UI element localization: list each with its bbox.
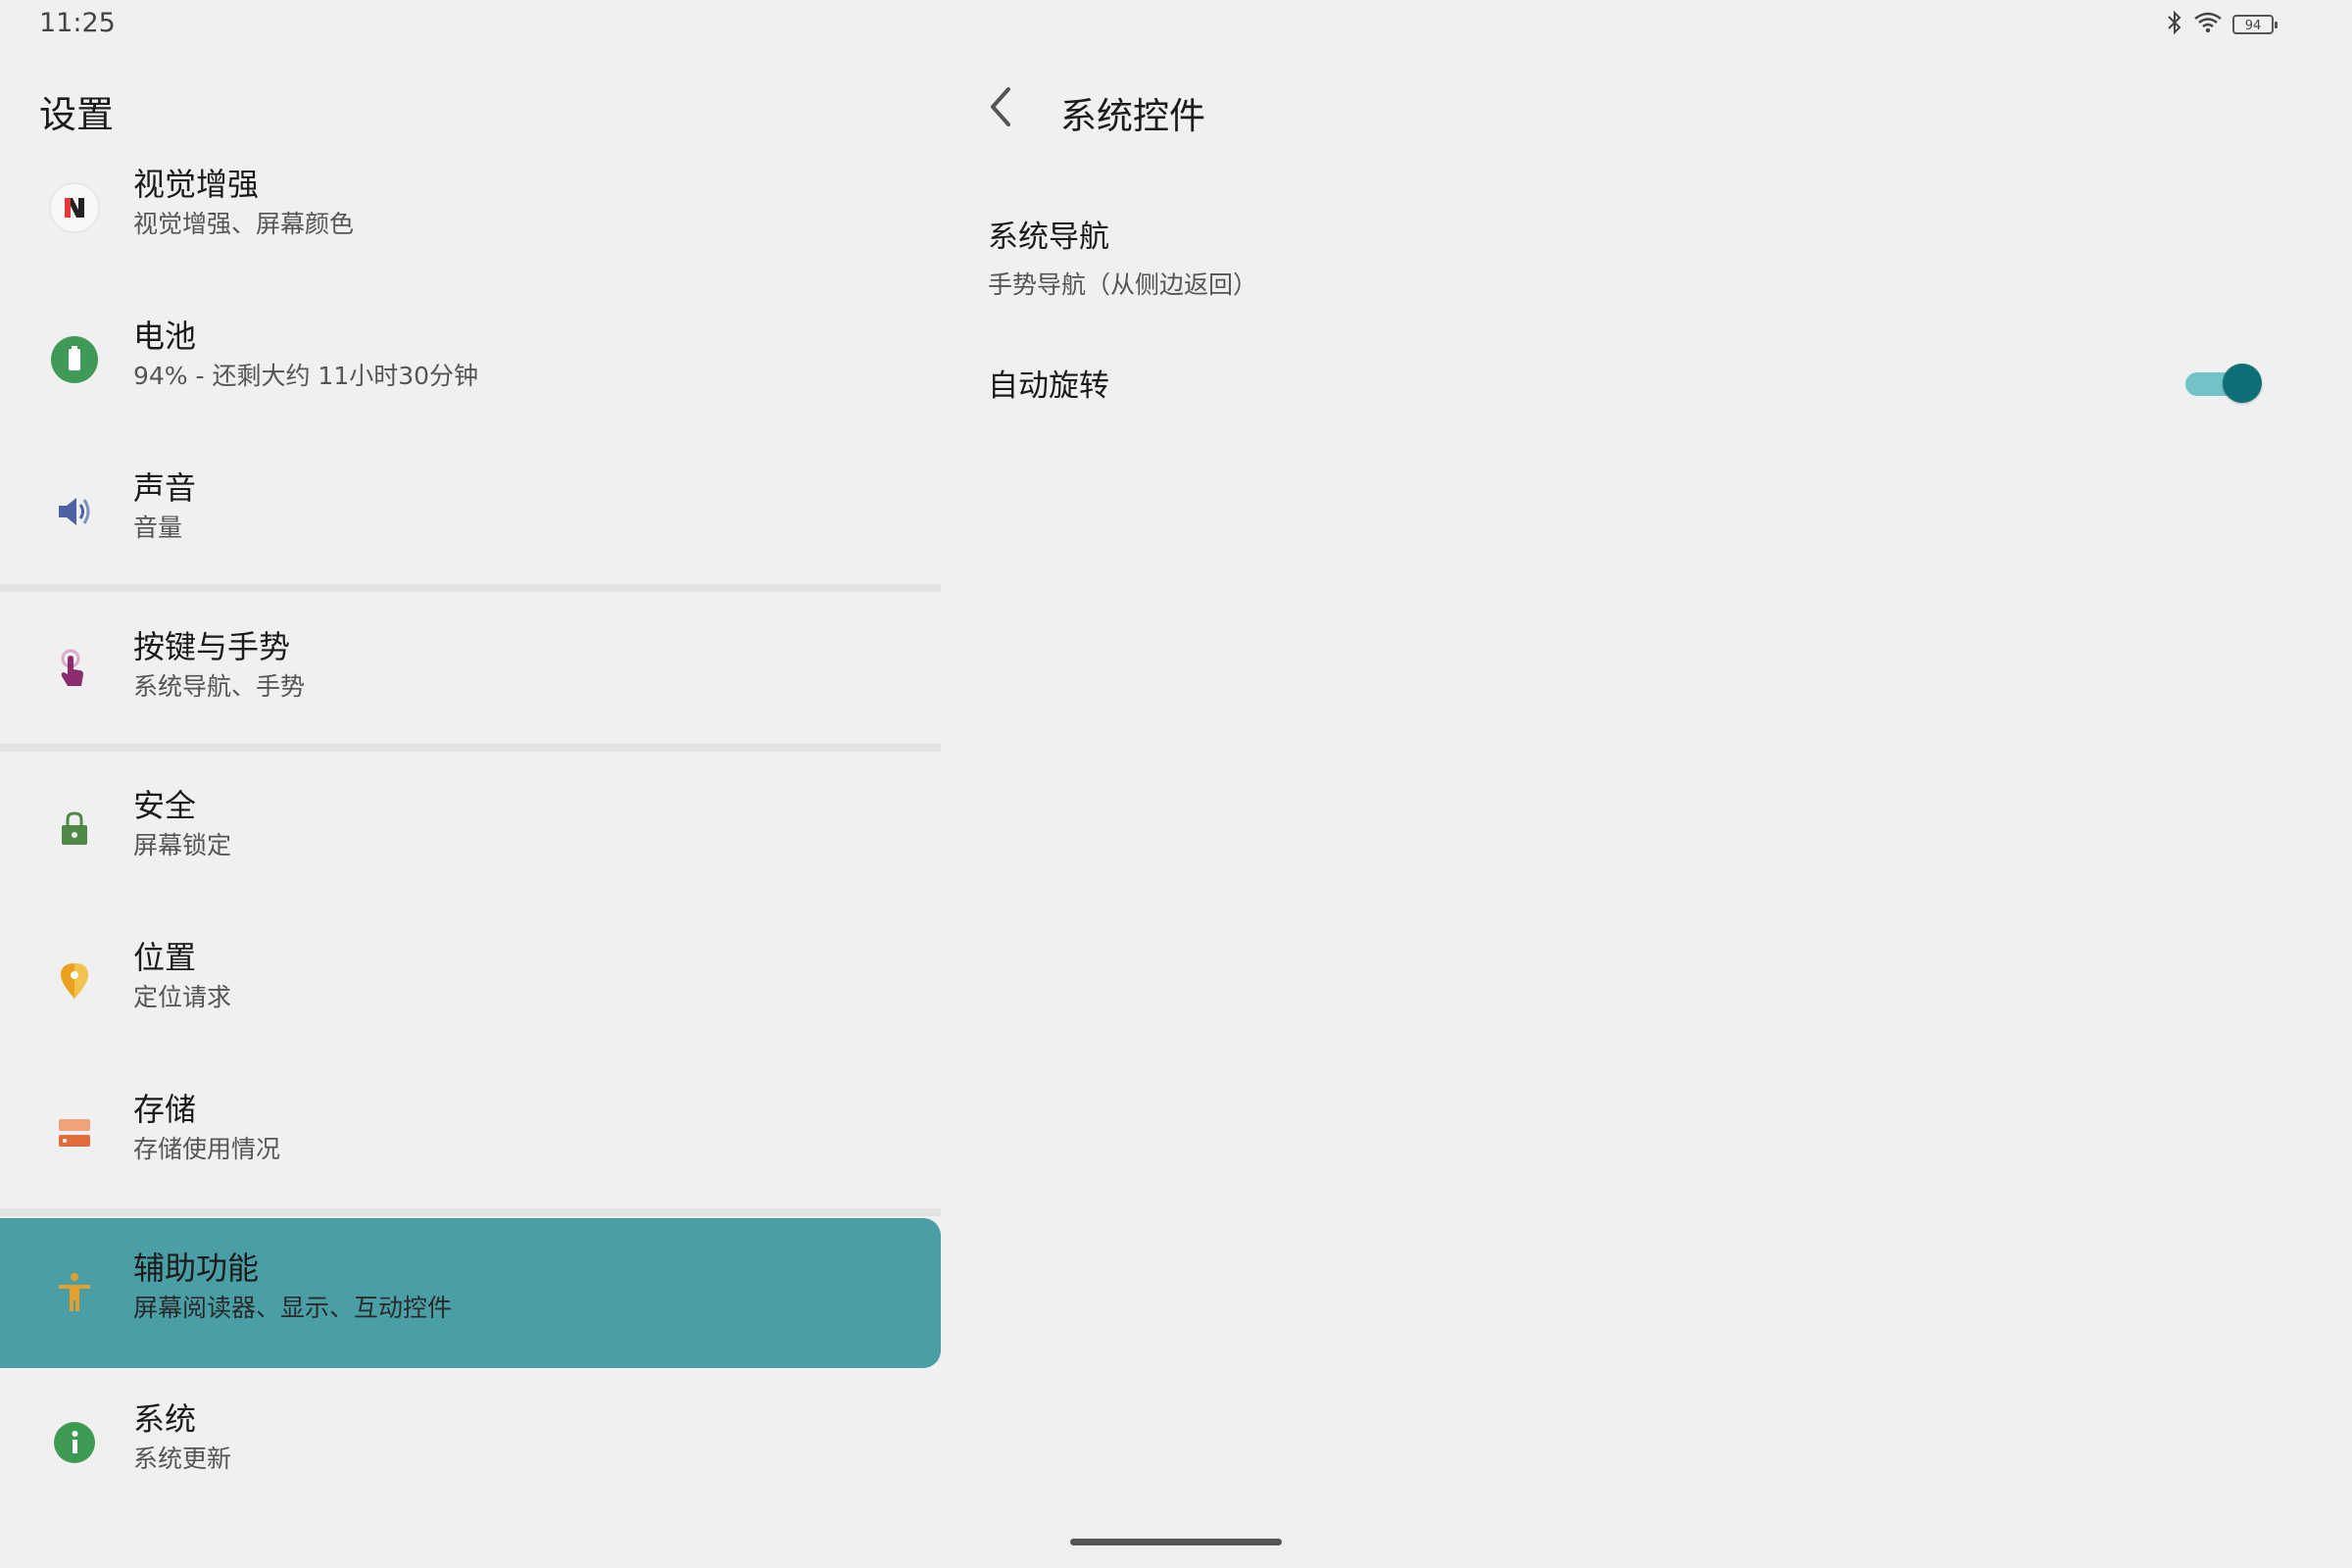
auto-rotate-toggle[interactable] (2180, 361, 2262, 404)
settings-item-visual-enhance[interactable]: 视觉增强 视觉增强、屏幕颜色 (0, 134, 941, 281)
settings-item-title: 声音 (133, 469, 197, 507)
settings-item-title: 位置 (133, 939, 197, 976)
item-subtitle: 手势导航（从侧边返回） (988, 270, 1258, 299)
item-title: 系统导航 (988, 220, 1109, 255)
settings-item-battery[interactable]: 电池 94% - 还剩大约 11小时30分钟 (0, 286, 941, 433)
settings-item-title: 按键与手势 (133, 628, 291, 665)
settings-item-subtitle: 屏幕锁定 (133, 831, 232, 859)
detail-title: 系统控件 (1060, 95, 1205, 137)
section-divider (0, 1208, 941, 1216)
system-navigation-item[interactable]: 系统导航 手势导航（从侧边返回） (988, 212, 2301, 301)
settings-item-location[interactable]: 位置 定位请求 (0, 907, 941, 1054)
lock-icon (47, 802, 102, 857)
info-icon (47, 1415, 102, 1470)
settings-item-security[interactable]: 安全 屏幕锁定 (0, 756, 941, 903)
chevron-left-icon (985, 85, 1014, 132)
accessibility-icon (47, 1266, 102, 1321)
settings-item-subtitle: 系统更新 (133, 1445, 232, 1473)
item-title: 自动旋转 (988, 368, 1109, 404)
page-title: 设置 (39, 93, 115, 136)
settings-item-title: 辅助功能 (133, 1250, 260, 1287)
settings-item-title: 存储 (133, 1091, 197, 1128)
back-button[interactable] (975, 83, 1024, 134)
section-divider (0, 584, 941, 592)
home-indicator[interactable] (1070, 1539, 1282, 1545)
storage-icon (47, 1105, 102, 1160)
settings-item-subtitle: 音量 (133, 514, 183, 542)
visual-enhance-icon (47, 180, 102, 235)
settings-item-title: 电池 (133, 318, 197, 355)
settings-item-subtitle: 系统导航、手势 (133, 672, 306, 701)
settings-item-sound[interactable]: 声音 音量 (0, 438, 941, 585)
gesture-icon (47, 643, 102, 698)
detail-pane: 系统控件 系统导航 手势导航（从侧边返回） 自动旋转 (941, 0, 2352, 1568)
settings-item-subtitle: 屏幕阅读器、显示、互动控件 (133, 1294, 453, 1322)
settings-list-pane: 设置 视觉增强 视觉增强、屏幕颜色 电池 94% - 还剩大约 11小时30分钟 (0, 0, 941, 1568)
settings-item-keys-gestures[interactable]: 按键与手势 系统导航、手势 (0, 597, 941, 744)
toggle-thumb (2223, 364, 2262, 403)
battery-icon (47, 332, 102, 387)
settings-item-subtitle: 94% - 还剩大约 11小时30分钟 (133, 362, 479, 390)
settings-item-title: 视觉增强 (133, 166, 260, 203)
settings-item-subtitle: 存储使用情况 (133, 1135, 281, 1163)
volume-icon (47, 484, 102, 539)
auto-rotate-item[interactable]: 自动旋转 (988, 361, 2301, 404)
settings-item-accessibility[interactable]: 辅助功能 屏幕阅读器、显示、互动控件 (0, 1218, 941, 1368)
settings-item-system[interactable]: 系统 系统更新 (0, 1369, 941, 1516)
settings-item-storage[interactable]: 存储 存储使用情况 (0, 1059, 941, 1206)
settings-item-subtitle: 视觉增强、屏幕颜色 (133, 210, 355, 238)
settings-item-title: 系统 (133, 1400, 197, 1438)
settings-item-subtitle: 定位请求 (133, 983, 232, 1011)
settings-item-title: 安全 (133, 787, 197, 824)
location-icon (47, 954, 102, 1008)
section-divider (0, 744, 941, 752)
